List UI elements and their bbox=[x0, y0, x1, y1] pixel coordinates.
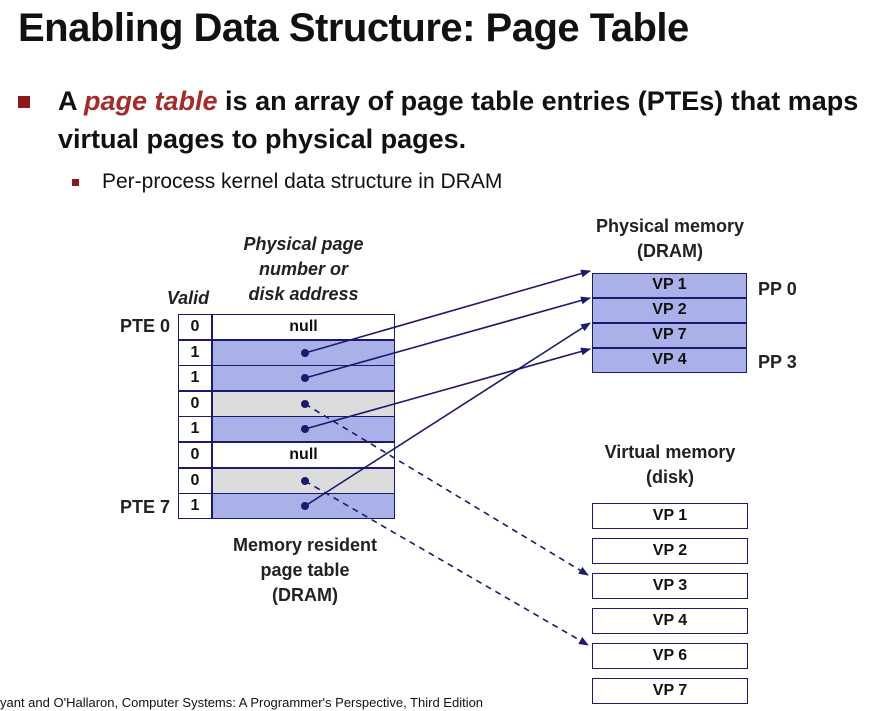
dram-mapping-arrow bbox=[304, 296, 591, 379]
dram-mapping-arrow bbox=[304, 347, 591, 430]
footer-citation: yant and O'Hallaron, Computer Systems: A… bbox=[0, 695, 484, 710]
dram-mapping-arrow bbox=[304, 322, 591, 507]
mapping-arrows bbox=[301, 269, 591, 646]
disk-mapping-arrow bbox=[304, 403, 589, 576]
dram-mapping-arrow bbox=[304, 269, 591, 354]
disk-mapping-arrow bbox=[304, 480, 589, 646]
